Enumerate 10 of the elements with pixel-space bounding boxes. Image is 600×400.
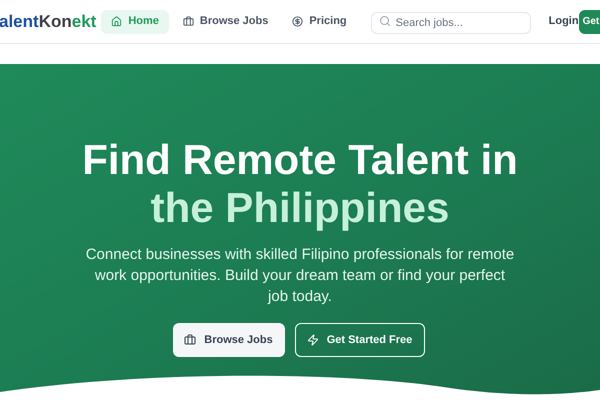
search-field[interactable]: Search jobs... [370, 12, 531, 34]
hero-button[interactable]: Browse Jobs [172, 323, 284, 357]
hero-title: the Philippines [150, 184, 450, 232]
hero-title: Find Remote Talent in [82, 136, 518, 184]
hero-button[interactable]: Get Started Free [294, 323, 424, 357]
nav-link[interactable]: Browse Jobs [172, 10, 278, 34]
get-started-button[interactable]: Get [578, 10, 600, 34]
hero-subtitle: Connect businesses with skilled Filipino professionals for remote work opportunities. Build your dream team or find your perfect job today. [85, 245, 515, 307]
nav-link[interactable]: Pricing [282, 10, 357, 34]
login-link[interactable]: Login [548, 13, 579, 30]
